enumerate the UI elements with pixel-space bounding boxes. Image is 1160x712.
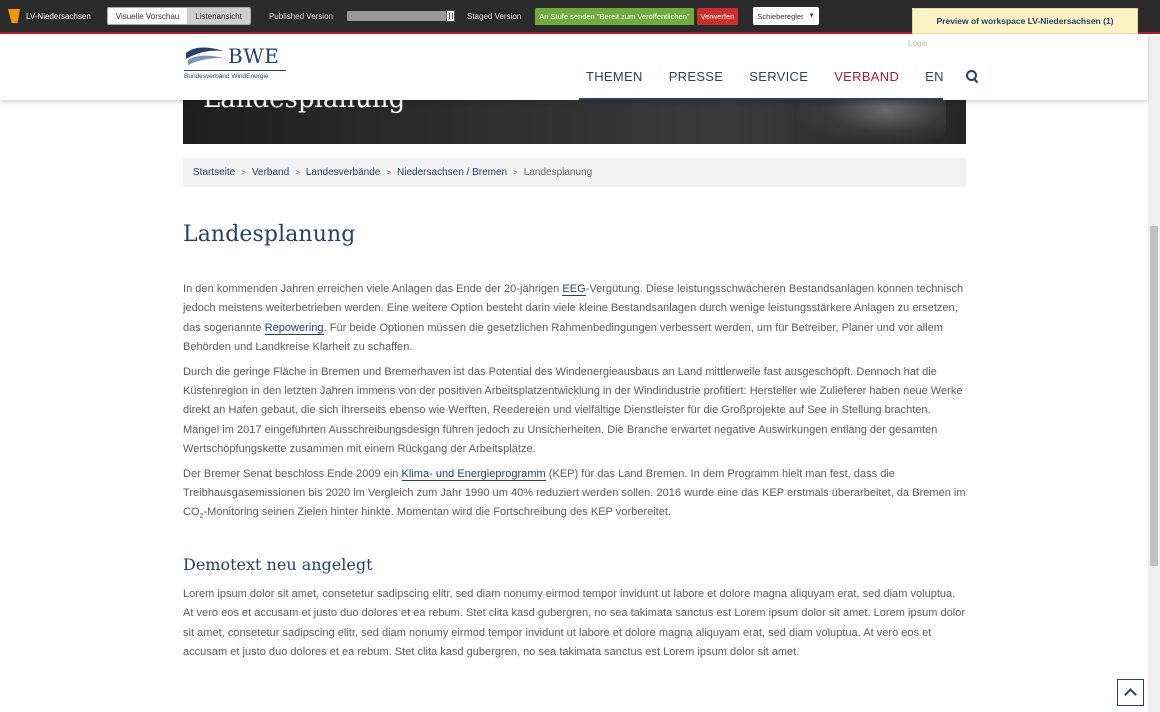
mode-select[interactable]: Schieberegler ▼ (753, 7, 819, 25)
send-to-stage-button[interactable]: An Stufe senden "Bereit zum Veröffentlic… (535, 7, 694, 25)
chevron-down-icon: ▼ (808, 13, 815, 19)
back-to-top-button[interactable] (1117, 679, 1144, 706)
breadcrumb-item-startseite[interactable]: Startseite (193, 167, 235, 178)
paragraph-text: In den kommenden Jahren erreichen viele … (183, 283, 563, 295)
view-mode-list[interactable]: Listenansicht (187, 8, 250, 24)
nav-item-themen[interactable]: THEMEN (586, 69, 643, 84)
nav-item-verband[interactable]: VERBAND (834, 69, 899, 84)
breadcrumb: Startseite > Verband > Landesverbände > … (183, 158, 966, 187)
published-version-label: Published Version (268, 11, 333, 21)
workspace-name: LV-Niedersachsen (26, 11, 91, 21)
view-mode-visual-preview[interactable]: Visuelle Vorschau (107, 8, 188, 24)
breadcrumb-separator-icon: > (386, 168, 392, 177)
site-header: BWE Bundesverband WindEnergie Login THEM… (0, 36, 1148, 100)
breadcrumb-current: Landesplanung (523, 167, 593, 178)
nav-underline (579, 98, 943, 100)
paragraph-text: -Monitoring seinen Zielen hinter hinkte.… (203, 506, 672, 519)
nav-item-service[interactable]: SERVICE (749, 69, 808, 84)
eeg-link[interactable]: EEG (562, 283, 586, 296)
typo3-logo-icon (8, 9, 20, 23)
workspace-preview-badge: Preview of workspace LV-Niedersachsen (1… (912, 8, 1138, 34)
version-slider[interactable] (346, 10, 455, 22)
paragraph-2: Durch die geringe Fläche in Bremen und B… (183, 365, 963, 456)
page-scrollbar[interactable] (1148, 36, 1160, 712)
breadcrumb-item-verband[interactable]: Verband (252, 167, 289, 178)
paragraph-1: In den kommenden Jahren erreichen viele … (183, 280, 966, 358)
breadcrumb-separator-icon: > (295, 168, 300, 177)
discard-button[interactable]: Verwerfen (696, 7, 739, 25)
breadcrumb-separator-icon: > (241, 168, 246, 177)
breadcrumb-item-landesverbaende[interactable]: Landesverbände (306, 167, 381, 178)
logo-text: BWE (228, 44, 280, 68)
page-title: Landesplanung (183, 222, 356, 247)
breadcrumb-separator-icon: > (513, 168, 518, 177)
paragraph-3: Der Bremer Senat beschloss Ende 2009 ein… (183, 465, 966, 527)
breadcrumb-item-niedersachsen-bremen[interactable]: Niedersachsen / Bremen (397, 167, 507, 178)
nav-item-en[interactable]: EN (925, 69, 944, 84)
paragraph-4: Lorem ipsum dolor sit amet, consetetur s… (183, 588, 966, 659)
view-mode-toggle: Visuelle Vorschau Listenansicht (106, 7, 251, 25)
paragraph-text: Der Bremer Senat beschloss Ende 2009 ein (183, 467, 402, 480)
bwe-logo[interactable]: BWE Bundesverband WindEnergie (184, 44, 288, 80)
repowering-link[interactable]: Repowering (264, 321, 324, 335)
main-nav: THEMEN PRESSE SERVICE VERBAND EN (586, 69, 979, 84)
slider-handle[interactable] (445, 10, 455, 22)
login-link[interactable]: Login (908, 39, 928, 48)
scrollbar-thumb[interactable] (1150, 226, 1158, 566)
logo-subtitle: Bundesverband WindEnergie (184, 73, 269, 80)
main-content: Landesplanung In den kommenden Jahren er… (183, 222, 966, 668)
nav-item-presse[interactable]: PRESSE (669, 69, 724, 84)
logo-wings-icon (186, 47, 224, 65)
chevron-up-icon (1124, 688, 1137, 701)
logo-divider (184, 70, 286, 71)
staged-version-label: Staged Version (466, 11, 522, 21)
mode-select-value: Schieberegler (757, 11, 804, 21)
section-heading: Demotext neu angelegt (183, 555, 373, 575)
search-icon[interactable] (965, 70, 979, 83)
klima-energieprogramm-link[interactable]: Klima- und Energieprogramm (401, 467, 546, 481)
